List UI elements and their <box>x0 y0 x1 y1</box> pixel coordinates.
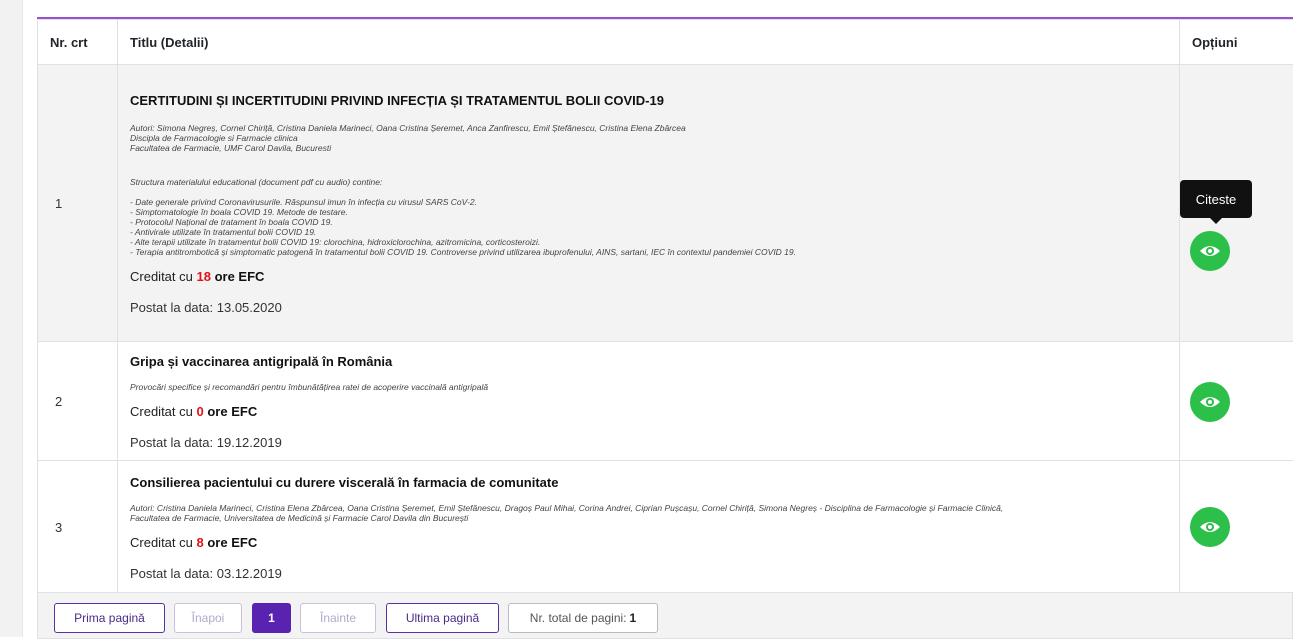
read-button[interactable] <box>1190 231 1230 271</box>
row-options <box>1180 461 1293 594</box>
row-number: 2 <box>38 342 118 461</box>
row-number: 3 <box>38 461 118 594</box>
header-title: Titlu (Detalii) <box>118 20 1180 65</box>
last-page-button[interactable]: Ultima pagină <box>386 603 499 633</box>
left-gutter <box>0 0 23 637</box>
credit-hours: 18 <box>197 269 211 284</box>
credit-suffix: ore EFC <box>207 404 257 419</box>
posted-prefix: Postat la data: <box>130 435 213 450</box>
row-details: CERTITUDINI ȘI INCERTITUDINI PRIVIND INF… <box>118 65 1180 342</box>
pagination: Prima pagină Înapoi 1 Înainte Ultima pag… <box>37 592 1293 639</box>
table-row: 1 CERTITUDINI ȘI INCERTITUDINI PRIVIND I… <box>38 65 1293 342</box>
materials-panel: Nr. crt Titlu (Detalii) Opțiuni 1 CERTIT… <box>37 17 1293 639</box>
eye-icon <box>1199 395 1221 409</box>
posted-date: 13.05.2020 <box>217 300 282 315</box>
posted-prefix: Postat la data: <box>130 566 213 581</box>
first-page-button[interactable]: Prima pagină <box>54 603 165 633</box>
row-posted: Postat la data: 19.12.2019 <box>130 435 1167 450</box>
row-options: Citeste <box>1180 65 1293 342</box>
posted-prefix: Postat la data: <box>130 300 213 315</box>
total-pages-count: 1 <box>630 611 637 625</box>
read-tooltip: Citeste <box>1180 180 1252 218</box>
row-posted: Postat la data: 03.12.2019 <box>130 566 1167 581</box>
row-options <box>1180 342 1293 461</box>
credit-prefix: Creditat cu <box>130 404 193 419</box>
credit-hours: 8 <box>197 535 204 550</box>
row-details: Consilierea pacientului cu durere viscer… <box>118 461 1180 594</box>
total-pages-label: Nr. total de pagini: <box>530 611 627 625</box>
total-pages-info: Nr. total de pagini: 1 <box>508 603 658 633</box>
row-credit: Creditat cu 18 ore EFC <box>130 269 1167 284</box>
posted-date: 03.12.2019 <box>217 566 282 581</box>
row-authors: Provocări specifice și recomandări pentr… <box>130 382 1167 392</box>
credit-hours: 0 <box>197 404 204 419</box>
eye-icon <box>1199 520 1221 534</box>
row-authors: Autori: Simona Negreș, Cornel Chiriță, C… <box>130 123 1167 153</box>
credit-prefix: Creditat cu <box>130 269 193 284</box>
table-row: 2 Gripa și vaccinarea antigripală în Rom… <box>38 342 1293 461</box>
header-nr: Nr. crt <box>38 20 118 65</box>
row-details: Gripa și vaccinarea antigripală în Român… <box>118 342 1180 461</box>
row-title: CERTITUDINI ȘI INCERTITUDINI PRIVIND INF… <box>130 93 1167 109</box>
row-title: Consilierea pacientului cu durere viscer… <box>130 475 1167 491</box>
credit-suffix: ore EFC <box>215 269 265 284</box>
header-options: Opțiuni <box>1180 20 1293 65</box>
materials-table: Nr. crt Titlu (Detalii) Opțiuni 1 CERTIT… <box>37 19 1293 594</box>
posted-date: 19.12.2019 <box>217 435 282 450</box>
credit-prefix: Creditat cu <box>130 535 193 550</box>
row-structure: Structura materialului educational (docu… <box>130 177 1167 257</box>
read-button[interactable] <box>1190 507 1230 547</box>
eye-icon <box>1199 244 1221 258</box>
row-credit: Creditat cu 8 ore EFC <box>130 535 1167 550</box>
prev-page-button[interactable]: Înapoi <box>174 603 242 633</box>
row-number: 1 <box>38 65 118 342</box>
table-header-row: Nr. crt Titlu (Detalii) Opțiuni <box>38 20 1293 65</box>
read-button[interactable] <box>1190 382 1230 422</box>
next-page-button[interactable]: Înainte <box>300 603 376 633</box>
row-posted: Postat la data: 13.05.2020 <box>130 300 1167 315</box>
row-title: Gripa și vaccinarea antigripală în Român… <box>130 354 1167 370</box>
credit-suffix: ore EFC <box>207 535 257 550</box>
row-credit: Creditat cu 0 ore EFC <box>130 404 1167 419</box>
current-page-button[interactable]: 1 <box>252 603 291 633</box>
table-row: 3 Consilierea pacientului cu durere visc… <box>38 461 1293 594</box>
row-authors: Autori: Cristina Daniela Marineci, Crist… <box>130 503 1167 523</box>
